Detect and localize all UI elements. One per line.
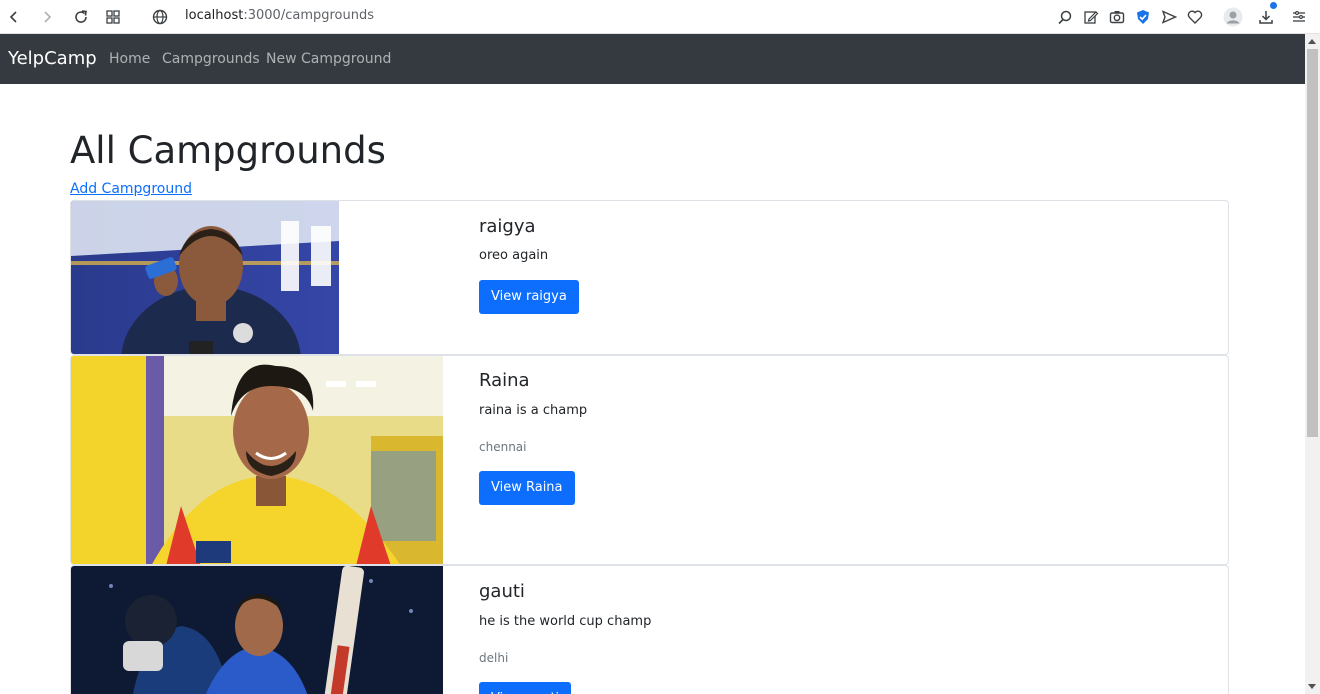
navbar: YelpCamp Home Campgrounds New Campground bbox=[0, 34, 1305, 84]
campground-card: raigya oreo again View raigya bbox=[70, 200, 1229, 355]
shield-icon[interactable] bbox=[1131, 5, 1155, 29]
card-title: raigya bbox=[479, 216, 536, 237]
heart-icon[interactable] bbox=[1183, 5, 1207, 29]
card-description: raina is a champ bbox=[479, 403, 588, 418]
nav-link-new-campground[interactable]: New Campground bbox=[266, 50, 391, 68]
tabs-grid-icon[interactable] bbox=[101, 5, 125, 29]
navbar-brand[interactable]: YelpCamp bbox=[8, 47, 97, 71]
site-info-icon[interactable] bbox=[148, 5, 172, 29]
card-description: he is the world cup champ bbox=[479, 614, 652, 629]
forward-icon[interactable] bbox=[35, 5, 59, 29]
nav-link-home[interactable]: Home bbox=[109, 50, 150, 68]
campground-image bbox=[71, 566, 443, 694]
view-campground-button[interactable]: View Raina bbox=[479, 471, 575, 505]
back-icon[interactable] bbox=[2, 5, 26, 29]
card-location: chennai bbox=[479, 440, 527, 454]
download-badge bbox=[1270, 2, 1277, 9]
page-title: All Campgrounds bbox=[70, 129, 386, 172]
edit-icon[interactable] bbox=[1079, 5, 1103, 29]
card-title: Raina bbox=[479, 370, 530, 391]
card-location: delhi bbox=[479, 651, 509, 665]
url-host: localhost bbox=[185, 8, 244, 23]
scroll-up-arrow[interactable] bbox=[1308, 39, 1316, 44]
scroll-thumb[interactable] bbox=[1307, 49, 1318, 437]
add-campground-link[interactable]: Add Campground bbox=[70, 180, 192, 198]
browser-toolbar: localhost:3000/campgrounds bbox=[0, 0, 1320, 34]
view-campground-button[interactable]: View gauti bbox=[479, 682, 572, 694]
address-bar[interactable]: localhost:3000/campgrounds bbox=[185, 7, 374, 25]
menu-icon[interactable] bbox=[1287, 5, 1311, 29]
campground-card: gauti he is the world cup champ delhi Vi… bbox=[70, 565, 1229, 694]
campground-card: Raina raina is a champ chennai View Rain… bbox=[70, 355, 1229, 565]
scroll-down-arrow[interactable] bbox=[1308, 684, 1316, 689]
page-scrollbar[interactable] bbox=[1305, 34, 1320, 694]
card-description: oreo again bbox=[479, 248, 549, 263]
campground-image bbox=[71, 356, 443, 564]
profile-icon[interactable] bbox=[1221, 5, 1245, 29]
send-icon[interactable] bbox=[1157, 5, 1181, 29]
url-path: :3000/campgrounds bbox=[243, 8, 375, 23]
card-title: gauti bbox=[479, 581, 525, 602]
reload-icon[interactable] bbox=[69, 5, 93, 29]
campground-image bbox=[71, 201, 339, 354]
view-campground-button[interactable]: View raigya bbox=[479, 280, 579, 314]
nav-link-campgrounds[interactable]: Campgrounds bbox=[162, 50, 260, 68]
search-icon[interactable] bbox=[1053, 5, 1077, 29]
camera-icon[interactable] bbox=[1105, 5, 1129, 29]
